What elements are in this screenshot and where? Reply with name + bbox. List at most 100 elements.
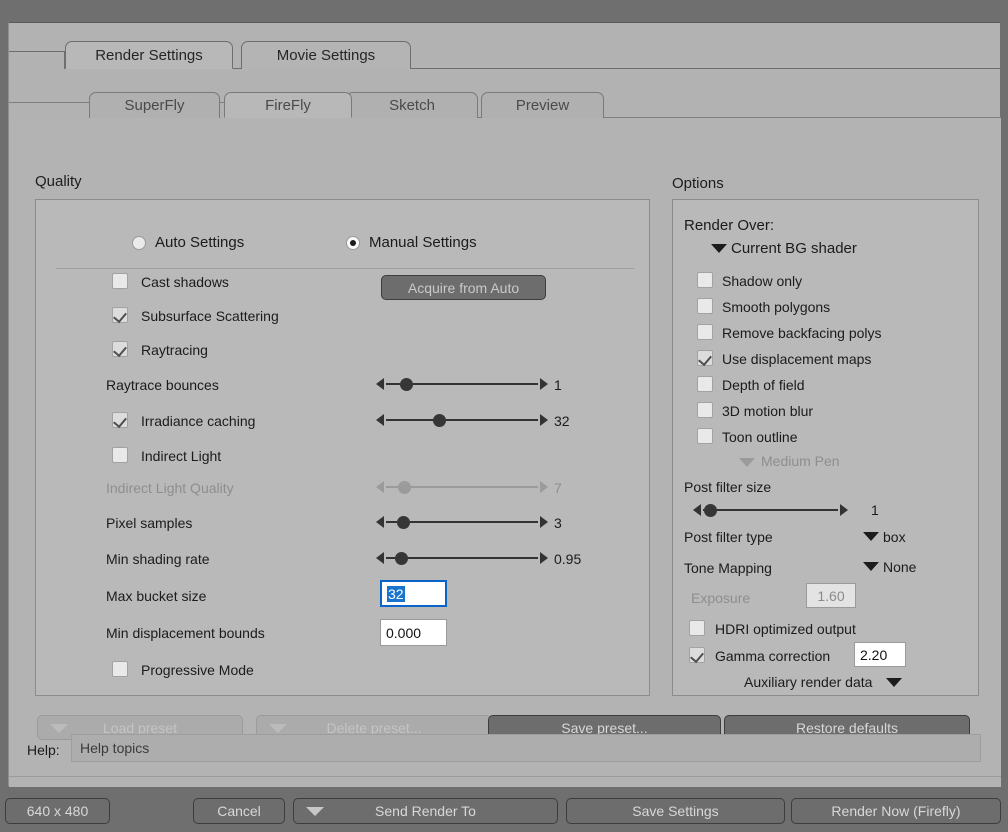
exposure-value: 1.60 (817, 587, 845, 604)
tab-firefly[interactable]: FireFly (224, 92, 352, 118)
checkbox-gamma-correction[interactable] (689, 647, 705, 663)
checkbox-irradiance-caching-label: Irradiance caching (141, 413, 256, 429)
auxiliary-render-data-label[interactable]: Auxiliary render data (744, 674, 872, 690)
slider-decrement-arrow-icon[interactable] (376, 378, 384, 390)
indirect-light-quality-slider (376, 478, 548, 496)
options-group: Render Over: Current BG shader Shadow on… (672, 199, 979, 696)
checkbox-depth-of-field[interactable] (697, 376, 713, 392)
toon-pen-value: Medium Pen (761, 453, 840, 469)
slider-track[interactable] (386, 557, 538, 559)
pixel-samples-slider[interactable] (376, 513, 548, 531)
gamma-correction-value: 2.20 (860, 646, 888, 663)
slider-decrement-arrow-icon[interactable] (376, 414, 384, 426)
raytrace-bounces-label: Raytrace bounces (106, 377, 219, 393)
cancel-button[interactable]: Cancel (193, 798, 285, 824)
checkbox-toon-outline[interactable] (697, 428, 713, 444)
render-over-value[interactable]: Current BG shader (731, 240, 857, 257)
auxiliary-render-data-chevron-down-icon[interactable] (886, 678, 902, 687)
irradiance-caching-slider[interactable] (376, 411, 548, 429)
render-now-button[interactable]: Render Now (Firefly) (791, 798, 1001, 824)
tab-superfly[interactable]: SuperFly (89, 92, 220, 118)
tab-superfly-label: SuperFly (124, 97, 185, 114)
slider-increment-arrow-icon[interactable] (540, 516, 548, 528)
checkbox-cast-shadows-label: Cast shadows (141, 274, 229, 290)
help-separator (9, 776, 1001, 777)
slider-track[interactable] (703, 509, 838, 511)
checkbox-cast-shadows[interactable] (112, 273, 128, 289)
post-filter-type-chevron-down-icon[interactable] (863, 532, 879, 541)
render-over-chevron-down-icon[interactable] (711, 244, 727, 253)
engine-tab-strip: SuperFly FireFly Sketch Preview (9, 69, 1001, 118)
checkbox-indirect-light-label: Indirect Light (141, 448, 222, 464)
checkbox-remove-backfacing-polys[interactable] (697, 324, 713, 340)
min-shading-rate-slider[interactable] (376, 549, 548, 567)
slider-knob[interactable] (400, 378, 413, 391)
tab-movie-settings[interactable]: Movie Settings (241, 41, 411, 69)
min-displacement-bounds-input[interactable]: 0.000 (380, 619, 447, 646)
resolution-label: 640 x 480 (26, 803, 89, 819)
checkbox-toon-outline-label: Toon outline (722, 429, 798, 445)
post-filter-size-slider[interactable] (693, 501, 848, 519)
checkbox-hdri-optimized-output-label: HDRI optimized output (715, 621, 856, 637)
slider-knob[interactable] (704, 504, 717, 517)
checkbox-progressive-mode[interactable] (112, 661, 128, 677)
pixel-samples-label: Pixel samples (106, 515, 193, 531)
checkbox-smooth-polygons-label: Smooth polygons (722, 299, 831, 315)
gamma-correction-input[interactable]: 2.20 (854, 642, 906, 667)
max-bucket-size-input[interactable]: 32 (380, 580, 447, 607)
radio-auto-settings[interactable] (132, 236, 146, 250)
radio-manual-settings-label: Manual Settings (369, 234, 477, 251)
slider-decrement-arrow-icon[interactable] (693, 504, 701, 516)
help-topics-input[interactable]: Help topics (71, 734, 981, 762)
bottom-action-bar: 640 x 480 Cancel Send Render To Save Set… (0, 790, 1008, 832)
post-filter-size-value: 1 (871, 502, 879, 518)
tab-firefly-label: FireFly (265, 96, 311, 114)
slider-knob[interactable] (433, 414, 446, 427)
render-now-label: Render Now (Firefly) (831, 803, 961, 819)
min-displacement-bounds-label: Min displacement bounds (106, 625, 265, 641)
tab-render-settings[interactable]: Render Settings (65, 41, 233, 69)
max-bucket-size-label: Max bucket size (106, 588, 207, 604)
checkbox-use-displacement-maps[interactable] (697, 350, 713, 366)
slider-increment-arrow-icon[interactable] (540, 414, 548, 426)
slider-increment-arrow-icon[interactable] (840, 504, 848, 516)
slider-decrement-arrow-icon[interactable] (376, 552, 384, 564)
indirect-light-quality-value: 7 (554, 480, 562, 496)
save-settings-button[interactable]: Save Settings (566, 798, 785, 824)
checkbox-irradiance-caching[interactable] (112, 412, 128, 428)
slider-increment-arrow-icon[interactable] (540, 552, 548, 564)
slider-track[interactable] (386, 419, 538, 421)
settings-content: Quality Auto Settings Manual Settings Ac… (9, 118, 1001, 787)
checkbox-shadow-only[interactable] (697, 272, 713, 288)
slider-knob[interactable] (397, 516, 410, 529)
checkbox-indirect-light[interactable] (112, 447, 128, 463)
checkbox-hdri-optimized-output[interactable] (689, 620, 705, 636)
resolution-button[interactable]: 640 x 480 (5, 798, 110, 824)
send-render-to-chevron-down-icon[interactable] (306, 807, 324, 816)
checkbox-subsurface-scattering[interactable] (112, 307, 128, 323)
tone-mapping-value[interactable]: None (883, 559, 916, 575)
raytrace-bounces-value: 1 (554, 377, 562, 393)
slider-knob[interactable] (395, 552, 408, 565)
slider-knob (398, 481, 411, 494)
radio-manual-settings[interactable] (346, 236, 360, 250)
checkbox-3d-motion-blur[interactable] (697, 402, 713, 418)
min-shading-rate-label: Min shading rate (106, 551, 210, 567)
post-filter-type-value[interactable]: box (883, 529, 906, 545)
acquire-from-auto-button[interactable]: Acquire from Auto (381, 275, 546, 300)
raytrace-bounces-slider[interactable] (376, 375, 548, 393)
slider-decrement-arrow-icon[interactable] (376, 516, 384, 528)
tab-render-settings-label: Render Settings (95, 46, 203, 64)
slider-increment-arrow-icon[interactable] (540, 378, 548, 390)
tab-preview[interactable]: Preview (481, 92, 604, 118)
tone-mapping-chevron-down-icon[interactable] (863, 562, 879, 571)
checkbox-3d-motion-blur-label: 3D motion blur (722, 403, 814, 419)
send-render-to-button[interactable]: Send Render To (293, 798, 558, 824)
tab-sketch[interactable]: Sketch (346, 92, 478, 118)
render-settings-window: Render Settings Movie Settings SuperFly … (0, 0, 1008, 832)
checkbox-raytracing[interactable] (112, 341, 128, 357)
slider-decrement-arrow-icon (376, 481, 384, 493)
help-topics-value: Help topics (80, 740, 150, 756)
checkbox-smooth-polygons[interactable] (697, 298, 713, 314)
cancel-label: Cancel (217, 803, 261, 819)
